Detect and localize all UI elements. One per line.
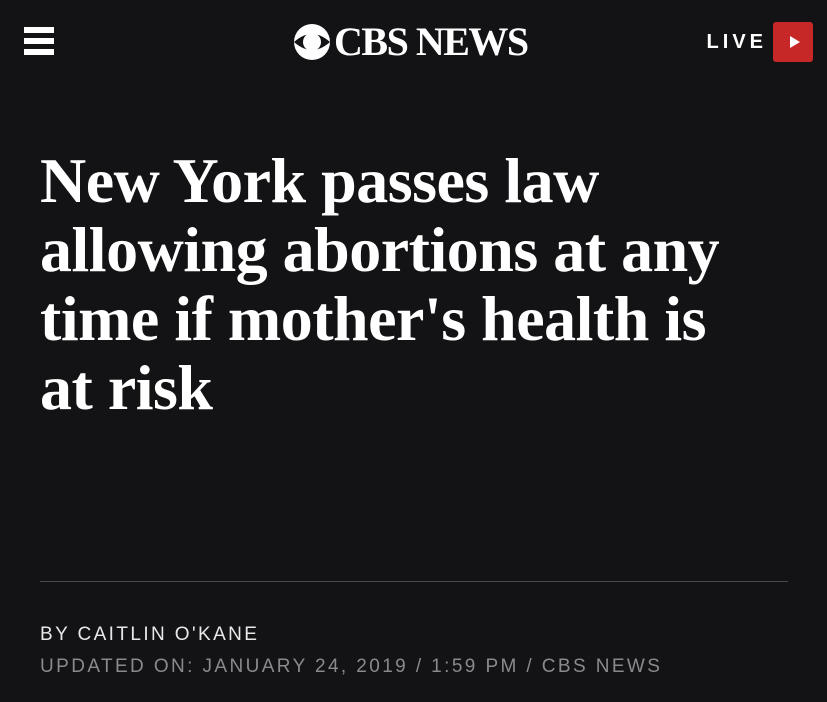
article-headline: New York passes law allowing abortions a… [40,145,720,423]
site-header: CBS NEWS LIVE [0,0,827,84]
play-icon [789,36,800,48]
article-byline: BY CAITLIN O'KANE [40,624,260,645]
menu-bar [24,49,54,55]
menu-bar [24,38,54,44]
cbs-news-logo[interactable]: CBS NEWS [292,19,529,64]
hamburger-menu-icon[interactable] [24,24,54,58]
article-updated: UPDATED ON: JANUARY 24, 2019 / 1:59 PM /… [40,656,663,677]
cbs-eye-icon [294,24,330,60]
menu-bar [24,27,54,33]
live-play-button[interactable] [773,22,813,62]
live-button[interactable]: LIVE [707,22,813,62]
logo-text: CBS NEWS [334,19,529,64]
divider [40,581,788,582]
live-label: LIVE [706,30,767,53]
